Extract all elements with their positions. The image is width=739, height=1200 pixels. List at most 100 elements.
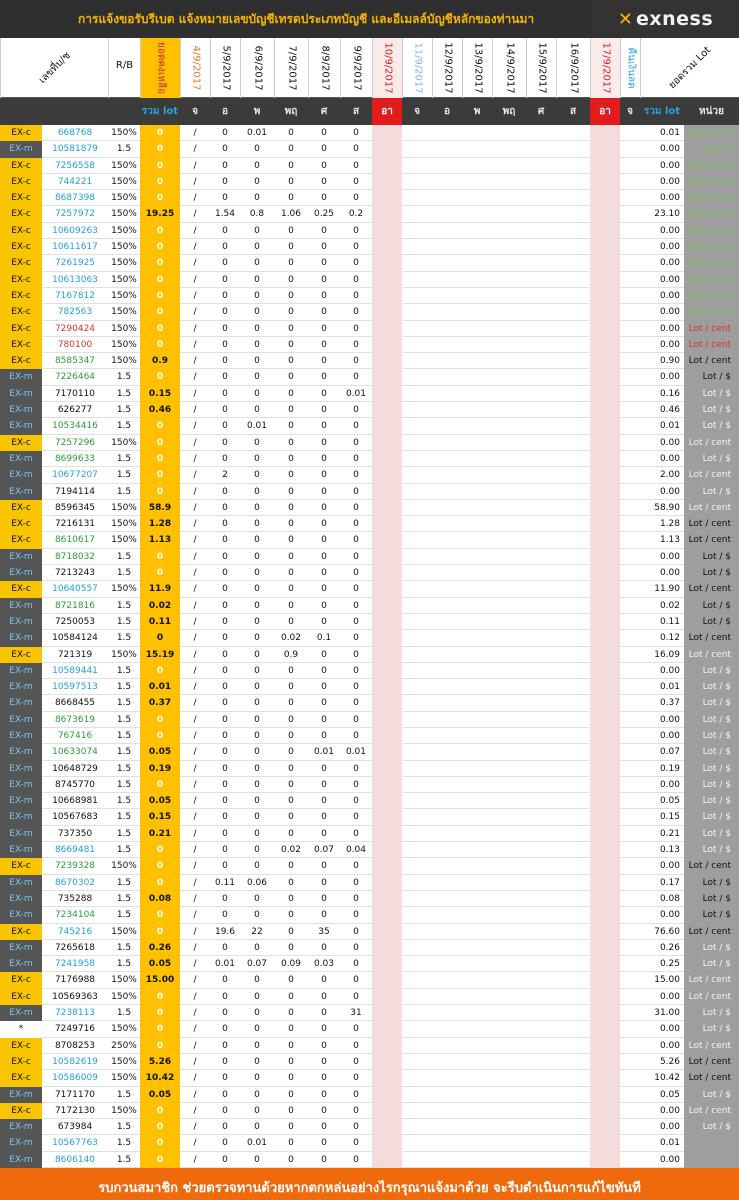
day-value: / <box>193 763 197 774</box>
day-value-empty <box>556 972 590 988</box>
day-value-empty <box>372 1021 402 1038</box>
day-value-empty <box>590 141 620 158</box>
day-value-empty <box>556 1087 590 1103</box>
day-value-empty <box>590 1037 620 1054</box>
day-value-empty <box>620 793 640 809</box>
day-value-empty <box>590 1102 620 1120</box>
date-header-cell: 14/9/2017 <box>492 38 526 98</box>
day-value-empty <box>492 858 526 874</box>
day-value: 0 <box>222 845 228 856</box>
day-value: 0 <box>222 665 228 676</box>
day-value-empty <box>590 630 620 647</box>
day-value-empty <box>526 712 556 728</box>
account-number: 7172130 <box>54 1105 96 1116</box>
day-value-empty <box>462 1054 492 1070</box>
day-value: 0 <box>321 437 327 448</box>
rebate-rate: 150% <box>111 290 137 301</box>
account-number: 7194114 <box>54 486 96 497</box>
day-value-empty <box>462 826 492 842</box>
day-value-empty <box>432 598 462 614</box>
sum-lot: 10.42 <box>140 1070 180 1087</box>
total-lot: 76.60 <box>654 926 680 937</box>
day-value-empty <box>462 1021 492 1037</box>
day-value: 0 <box>288 128 294 138</box>
day-value: 0 <box>254 747 260 758</box>
day-value-empty <box>590 907 620 924</box>
rebate-rate: 150% <box>111 649 137 660</box>
table-row: EX-c 7257972 150% 19.25 / 1.54 0.8 1.06 0.25 0.2 2… <box>0 206 739 223</box>
day-value: 0 <box>254 356 260 367</box>
day-value: / <box>193 698 197 709</box>
day-value: 0 <box>321 1024 327 1035</box>
day-value: 0 <box>222 242 228 253</box>
day-value-empty <box>432 614 462 630</box>
unit-type: Lot / $ <box>684 662 739 680</box>
day-value-empty <box>432 1070 462 1086</box>
day-value-empty <box>432 353 462 369</box>
sum-lot: 0.46 <box>140 402 180 419</box>
account-type: EX-c <box>0 206 42 223</box>
rebate-rate: 1.5 <box>116 568 132 579</box>
day-value: 0 <box>222 747 228 758</box>
day-value: 0.02 <box>280 845 302 856</box>
day-value-empty <box>462 532 492 548</box>
day-value: 0 <box>353 600 359 611</box>
day-value: 0 <box>321 535 327 546</box>
day-value-empty <box>402 125 432 141</box>
sum-lot: 0 <box>140 907 180 924</box>
day-value-empty <box>372 255 402 272</box>
sum-lot: 0 <box>140 858 180 875</box>
day-value: 0 <box>353 470 359 481</box>
day-value: / <box>193 535 197 546</box>
day-value: 0 <box>254 942 260 953</box>
total-lot: 0.00 <box>659 1024 680 1035</box>
day-value: 0 <box>321 421 327 432</box>
sum-lot: 0 <box>140 1005 180 1022</box>
day-value-empty <box>372 679 402 696</box>
day-value-empty <box>620 956 640 972</box>
account-type: EX-c <box>0 532 42 549</box>
day-value: 0 <box>254 1024 260 1035</box>
day-value-empty <box>590 858 620 875</box>
rebate-rate: 150% <box>111 502 137 513</box>
day-value: 0 <box>222 372 228 383</box>
account-number: 7176988 <box>54 975 96 986</box>
day-value-empty <box>492 956 526 972</box>
day-value: 0 <box>254 633 260 644</box>
day-value: 0 <box>321 1105 327 1116</box>
unit-type: Lot / $ <box>684 809 739 826</box>
day-value-empty <box>590 939 620 957</box>
day-value: / <box>193 1056 197 1067</box>
account-number: 7167812 <box>54 290 96 301</box>
rebate-rate: 1.5 <box>116 698 132 709</box>
day-value-empty <box>462 141 492 157</box>
account-type: EX-m <box>0 1135 42 1152</box>
account-number: 8699633 <box>54 453 96 464</box>
sum-lot: 0.37 <box>140 695 180 712</box>
day-label: จ <box>414 106 420 117</box>
day-value: 0.01 <box>313 747 335 758</box>
day-value-empty <box>372 565 402 582</box>
day-value: 0 <box>288 372 294 383</box>
table-row: * 7249716 150% 0/0 0 0 0 0 0.00 Lot / $ <box>0 1021 739 1038</box>
day-value: 0 <box>222 1073 228 1084</box>
day-value-empty <box>556 663 590 679</box>
day-value-empty <box>556 989 590 1005</box>
day-value: 0 <box>321 682 327 693</box>
day-value: / <box>193 502 197 513</box>
day-value-empty <box>432 255 462 271</box>
day-value-empty <box>402 744 432 760</box>
unit-type <box>684 1135 739 1152</box>
day-value: 0 <box>222 323 228 334</box>
account-number: 744221 <box>57 176 93 187</box>
day-value-empty <box>492 386 526 402</box>
day-value-empty <box>462 321 492 337</box>
account-type: EX-m <box>0 809 42 826</box>
day-value: 0 <box>321 812 327 823</box>
day-value: / <box>193 453 197 464</box>
day-value-empty <box>492 875 526 891</box>
day-value-empty <box>372 988 402 1006</box>
day-value-empty <box>620 174 640 190</box>
day-value: 0 <box>288 665 294 676</box>
unit-type: Lot / $ <box>684 907 739 924</box>
